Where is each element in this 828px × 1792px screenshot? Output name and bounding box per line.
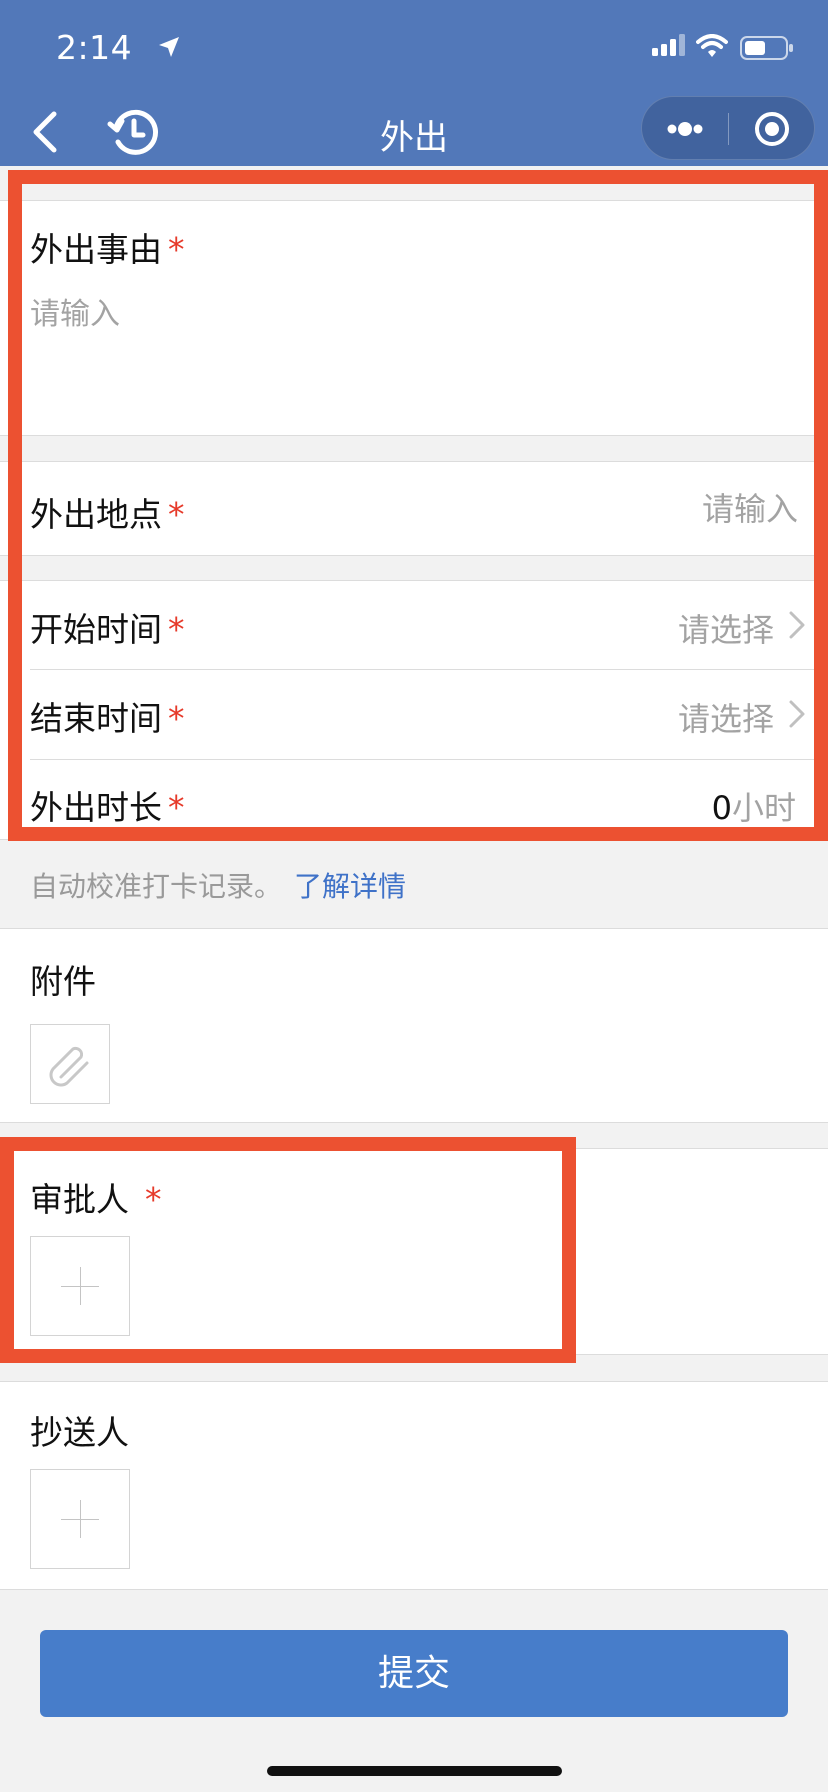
location-arrow-icon bbox=[159, 37, 179, 57]
highlight-box-form bbox=[8, 170, 828, 841]
highlight-box-approver bbox=[0, 1137, 576, 1363]
home-indicator bbox=[267, 1766, 562, 1776]
cc-label: 抄送人 bbox=[30, 1413, 129, 1452]
more-button[interactable] bbox=[642, 97, 728, 161]
wifi-icon bbox=[696, 34, 728, 57]
add-attachment-button[interactable] bbox=[30, 1024, 110, 1104]
attachment-section: 附件 bbox=[0, 928, 828, 1123]
close-circle-icon bbox=[755, 112, 789, 146]
status-time: 2:14 bbox=[56, 28, 133, 67]
header-bar: 2:14 外出 bbox=[0, 0, 828, 166]
signal-icon bbox=[652, 34, 685, 56]
miniprogram-capsule bbox=[641, 96, 815, 160]
auto-calibrate-hint: 自动校准打卡记录。 了解详情 bbox=[30, 870, 407, 903]
attachment-label: 附件 bbox=[30, 962, 96, 1001]
cc-section: 抄送人 bbox=[0, 1381, 828, 1590]
more-icon bbox=[667, 122, 703, 136]
learn-more-link[interactable]: 了解详情 bbox=[294, 870, 406, 903]
submit-button[interactable]: 提交 bbox=[40, 1630, 788, 1717]
battery-icon bbox=[740, 36, 793, 60]
add-cc-button[interactable] bbox=[30, 1469, 130, 1569]
paperclip-icon bbox=[49, 1046, 89, 1087]
close-miniprogram-button[interactable] bbox=[729, 97, 815, 161]
